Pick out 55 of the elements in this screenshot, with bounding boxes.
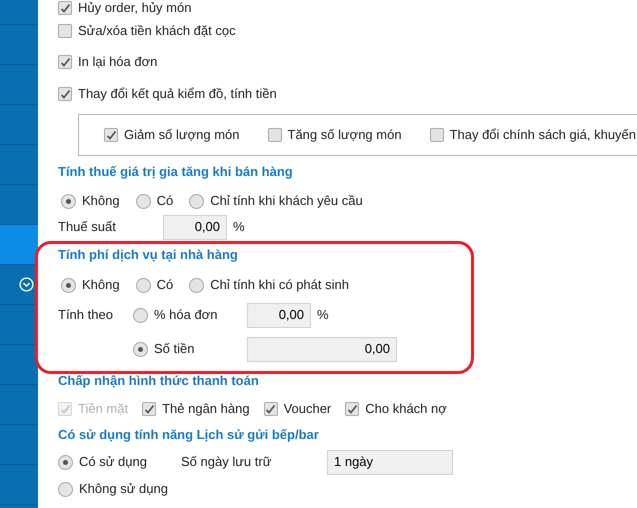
checkbox[interactable] <box>58 87 72 101</box>
radio-label: Không <box>82 276 120 294</box>
radio-label: Không <box>82 192 120 210</box>
unit-label: % <box>233 218 245 236</box>
radio-button[interactable] <box>58 454 73 470</box>
checkbox[interactable] <box>264 402 278 416</box>
radio-button[interactable] <box>61 278 76 292</box>
input-field[interactable]: 0,00 <box>247 336 397 362</box>
section-heading: Có sử dụng tính năng Lịch sử gửi bếp/bar <box>58 426 319 444</box>
checkbox[interactable] <box>430 128 444 142</box>
checkbox-label: Voucher <box>284 400 332 418</box>
checkbox-label: Giảm số lượng món <box>124 126 240 144</box>
checkbox-label: In lại hóa đơn <box>78 53 158 72</box>
field-label: Số ngày lưu trữ <box>181 453 272 472</box>
radio-label: Có <box>156 192 174 210</box>
input-field[interactable]: 1 ngày <box>327 450 453 474</box>
radio-button[interactable] <box>61 194 76 208</box>
checkbox-label: Sửa/xóa tiền khách đặt cọc <box>78 22 236 40</box>
checkbox-label: Thay đổi chính sách giá, khuyến <box>450 126 636 144</box>
radio-label: Số tiền <box>154 340 194 358</box>
input-field[interactable]: 0,00 <box>163 214 227 240</box>
radio-button[interactable] <box>189 278 204 292</box>
checkbox-label: Cho khách nợ <box>365 400 447 418</box>
radio-label: Có <box>156 276 174 294</box>
field-label: Tính theo <box>58 306 113 324</box>
checkbox[interactable] <box>268 128 282 142</box>
checkbox[interactable] <box>142 402 156 416</box>
radio-button[interactable] <box>133 342 148 356</box>
input-field[interactable]: 0,00 <box>247 302 311 328</box>
unit-label: % <box>317 306 329 324</box>
radio-button[interactable] <box>189 194 204 208</box>
checkbox[interactable] <box>58 24 72 38</box>
radio-button[interactable] <box>136 194 151 208</box>
section-heading: Tính thuế giá trị gia tăng khi bán hàng <box>58 163 293 182</box>
radio-label: Có sử dụng <box>79 453 147 472</box>
radio-label: Chỉ tính khi khách yêu cầu <box>210 192 363 210</box>
chevron-down-icon <box>19 277 34 292</box>
radio-button[interactable] <box>133 308 148 322</box>
section-heading: Chấp nhận hình thức thanh toán <box>58 372 259 390</box>
field-label: Thuế suất <box>58 218 117 236</box>
section-heading: Tính phí dịch vụ tại nhà hàng <box>58 246 238 264</box>
checkbox-label: Thay đổi kết quả kiểm đồ, tính tiền <box>78 85 277 104</box>
checkbox-label: Tăng số lượng món <box>288 126 402 144</box>
radio-label: Không sử dụng <box>79 480 168 498</box>
checkbox-label: Hủy order, hủy món <box>78 0 192 18</box>
checkbox[interactable] <box>345 402 360 416</box>
radio-button[interactable] <box>58 482 73 496</box>
radio-label: Chỉ tính khi có phát sinh <box>210 276 349 294</box>
checkbox[interactable] <box>104 128 118 142</box>
checkbox[interactable] <box>58 1 72 15</box>
checkbox[interactable] <box>58 55 72 69</box>
radio-label: % hóa đơn <box>154 306 218 324</box>
checkbox-label: Thẻ ngân hàng <box>162 400 250 418</box>
checkbox-label: Tiền mặt <box>78 400 128 418</box>
radio-button[interactable] <box>136 278 151 292</box>
